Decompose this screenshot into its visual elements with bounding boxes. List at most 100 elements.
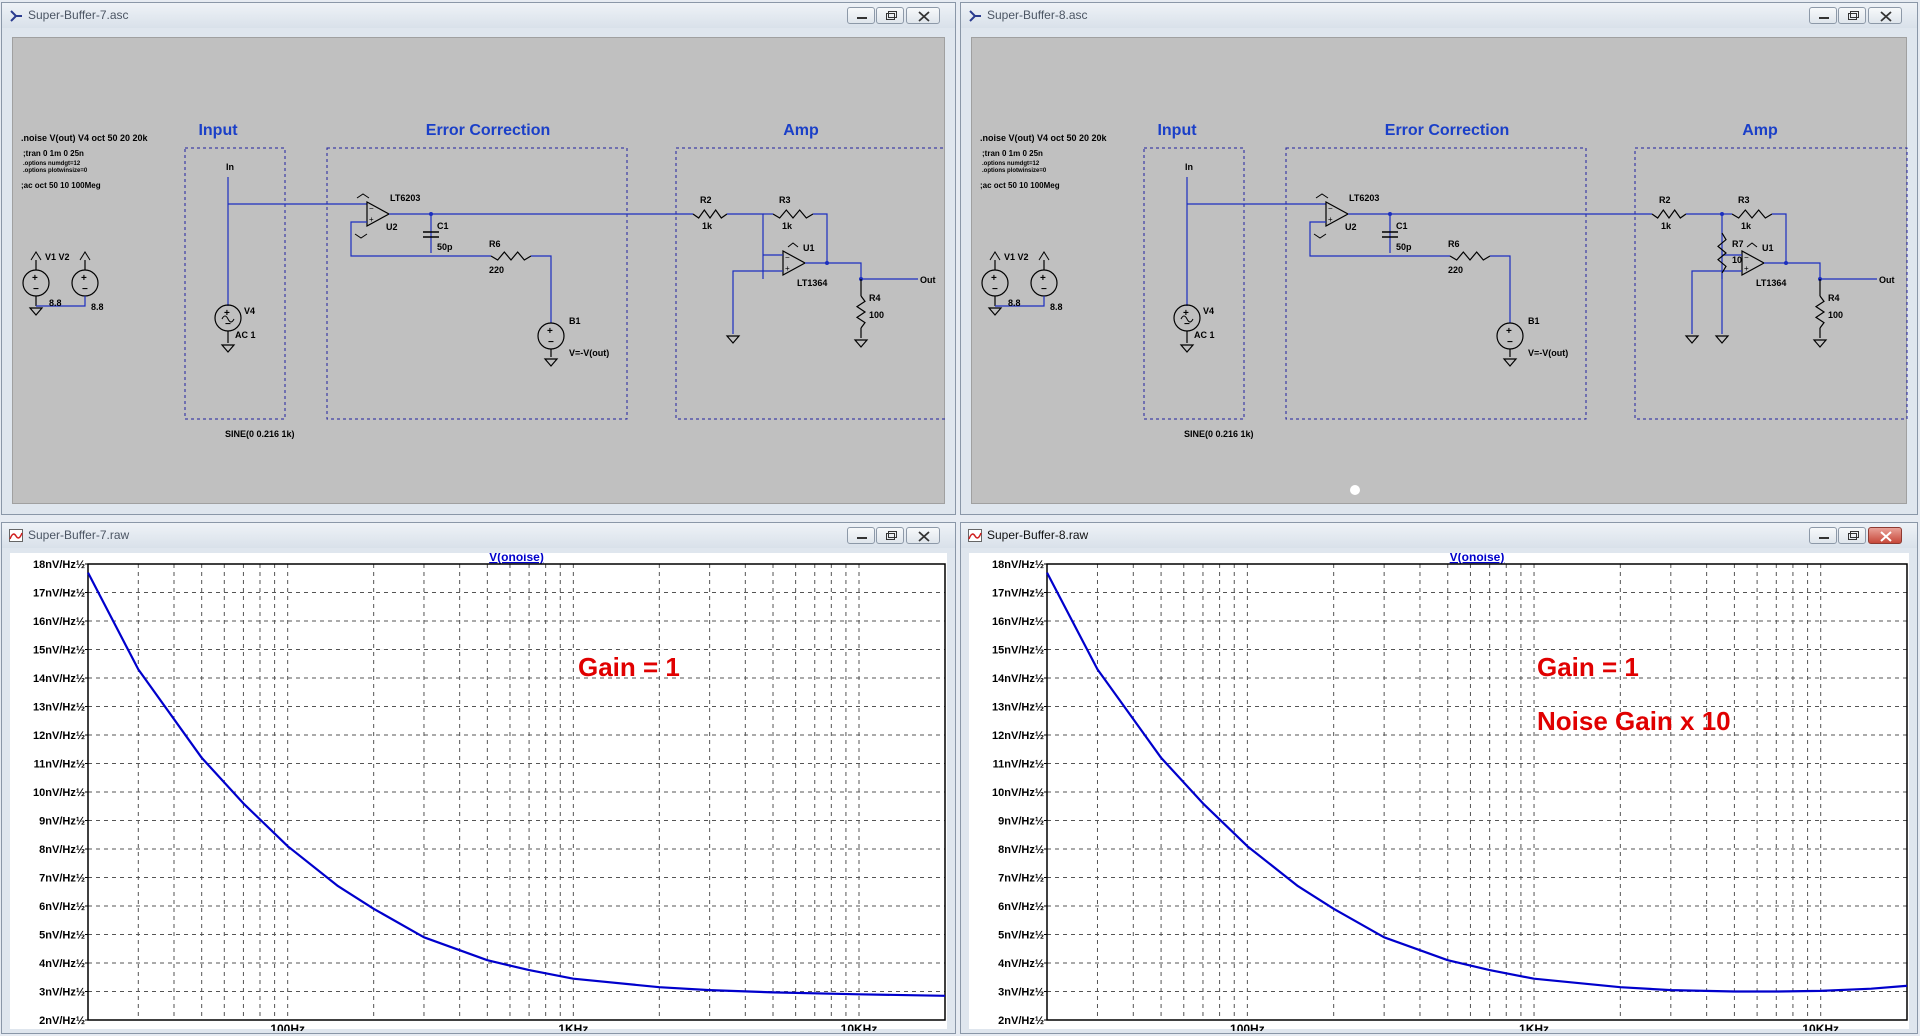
plus-sign: +: [547, 326, 553, 337]
r2-resistor: [692, 208, 728, 220]
title-bar[interactable]: Super-Buffer-7.asc: [2, 3, 955, 28]
waveform-icon: [968, 529, 982, 542]
x-tick-label: 10KHz: [841, 1022, 878, 1031]
supply-arrow-icon: [1746, 242, 1758, 248]
y-tick-label: 16nV/Hz½: [992, 616, 1044, 628]
r4-value: 100: [1828, 310, 1843, 320]
y-tick-label: 17nV/Hz½: [33, 588, 85, 600]
waveform-window-2[interactable]: Super-Buffer-8.raw V(onoise) 18nV/Hz½ 17nV…: [960, 522, 1918, 1036]
close-button[interactable]: [1868, 527, 1902, 544]
wire: [732, 270, 783, 334]
close-button[interactable]: [906, 527, 940, 544]
waveform-icon: [9, 529, 23, 542]
maximize-button[interactable]: [876, 7, 904, 24]
plus-sign: +: [32, 273, 38, 284]
u1-model-label: LT1364: [797, 278, 827, 288]
close-button[interactable]: [906, 7, 940, 24]
r7-value: 10: [1732, 255, 1742, 265]
plot-area[interactable]: V(onoise) 18nV/Hz½ 17nV/Hz½ 16nV/Hz½ 15nV/Hz…: [10, 550, 947, 1036]
plus-sign: +: [1506, 326, 1512, 337]
y-tick-label: 7nV/Hz½: [998, 873, 1044, 885]
title-bar[interactable]: Super-Buffer-7.raw: [2, 523, 955, 548]
b1-label: B1: [1528, 316, 1540, 326]
schematic-window-1[interactable]: Super-Buffer-7.asc .noise V(out) V4 oct …: [1, 2, 956, 515]
wire: [727, 213, 764, 279]
schematic-canvas[interactable]: .noise V(out) V4 oct 50 20 20k ;tran 0 1m…: [12, 37, 949, 504]
r4-value: 100: [869, 310, 884, 320]
opamp-plus: +: [369, 215, 374, 224]
minimize-button[interactable]: [1809, 7, 1837, 24]
maximize-button[interactable]: [1838, 527, 1866, 544]
schematic-window-2[interactable]: Super-Buffer-8.asc .noise V(out) V4 oct …: [960, 2, 1918, 515]
y-tick-label: 5nV/Hz½: [39, 930, 85, 942]
error-correction-section-box: [1285, 147, 1587, 420]
section-title-amp: Amp: [1742, 122, 1778, 139]
ground-symbol: [1684, 335, 1700, 344]
b1-label: B1: [569, 316, 581, 326]
r3-resistor: [1731, 209, 1773, 219]
c1-value: 50p: [437, 242, 453, 252]
window-title: Super-Buffer-7.raw: [28, 528, 130, 542]
annotation-noise-gain: Noise Gain x 10: [1537, 706, 1731, 736]
plot-area[interactable]: V(onoise) 18nV/Hz½ 17nV/Hz½ 16nV/Hz½ 15nV/Hz…: [969, 550, 1909, 1036]
v4-label: V4: [1203, 306, 1214, 316]
section-title-error-correction: Error Correction: [1385, 122, 1509, 139]
v4-label: V4: [244, 306, 255, 316]
plus-sign: +: [991, 273, 997, 284]
plus-sign: +: [81, 273, 87, 284]
maximize-button[interactable]: [1838, 7, 1866, 24]
supply-arrow-icon: [30, 251, 42, 261]
supply-arrow-icon: [989, 251, 1001, 261]
u1-label: U1: [1762, 243, 1774, 253]
minimize-button[interactable]: [847, 527, 875, 544]
minus-sign: −: [992, 284, 998, 295]
wire: [813, 213, 828, 263]
r6-label: R6: [1448, 239, 1460, 249]
y-tick-label: 4nV/Hz½: [39, 958, 85, 970]
v2-value: 8.8: [91, 302, 104, 312]
v2-value: 8.8: [1050, 302, 1063, 312]
y-tick-label: 7nV/Hz½: [39, 873, 85, 885]
opamp-minus: −: [785, 253, 790, 262]
opamp-minus: −: [1744, 253, 1749, 262]
y-tick-label: 5nV/Hz½: [998, 930, 1044, 942]
y-tick-label: 4nV/Hz½: [998, 958, 1044, 970]
options-directive: .options plotwinsize=0: [23, 168, 88, 174]
ground-symbol: [987, 307, 1003, 316]
r2-value: 1k: [1661, 221, 1672, 231]
b1-value: V=-V(out): [1528, 348, 1568, 358]
wire-junction: [1784, 261, 1788, 265]
maximize-button[interactable]: [876, 527, 904, 544]
tran-directive: ;tran 0 1m 0 25n: [23, 149, 84, 158]
r6-value: 220: [489, 265, 504, 275]
y-tick-label: 14nV/Hz½: [33, 673, 85, 685]
noise-curve: [87, 572, 946, 997]
wire-junction: [825, 261, 829, 265]
window-title: Super-Buffer-8.raw: [987, 528, 1089, 542]
r3-label: R3: [779, 195, 791, 205]
c1-label: C1: [437, 221, 449, 231]
minimize-button[interactable]: [847, 7, 875, 24]
wire-junction: [429, 212, 433, 216]
u2-label: U2: [386, 222, 398, 232]
ltspice-schematic-icon: [10, 10, 22, 22]
u1-model-label: LT1364: [1756, 278, 1786, 288]
title-bar[interactable]: Super-Buffer-8.asc: [961, 3, 1917, 28]
title-bar[interactable]: Super-Buffer-8.raw: [961, 523, 1917, 548]
waveform-window-1[interactable]: Super-Buffer-7.raw V(onoise) 18nV/Hz½ 17nV…: [1, 522, 956, 1036]
annotation-gain: Gain = 1: [578, 652, 680, 682]
options-directive: .options plotwinsize=0: [982, 168, 1047, 174]
u2-model-label: LT6203: [390, 193, 420, 203]
supply-arrow-icon: [1313, 233, 1327, 239]
r2-label: R2: [1659, 195, 1671, 205]
schematic-canvas[interactable]: .noise V(out) V4 oct 50 20 20k ;tran 0 1m…: [971, 37, 1908, 504]
r4-label: R4: [1828, 293, 1840, 303]
annotation-gain: Gain = 1: [1537, 652, 1639, 682]
close-button[interactable]: [1868, 7, 1902, 24]
supply-arrow-icon: [79, 251, 91, 261]
wire: [531, 255, 552, 323]
y-tick-label: 9nV/Hz½: [39, 816, 85, 828]
ground-symbol: [1502, 358, 1518, 367]
minimize-button[interactable]: [1809, 527, 1837, 544]
ltspice-schematic-icon: [969, 10, 981, 22]
